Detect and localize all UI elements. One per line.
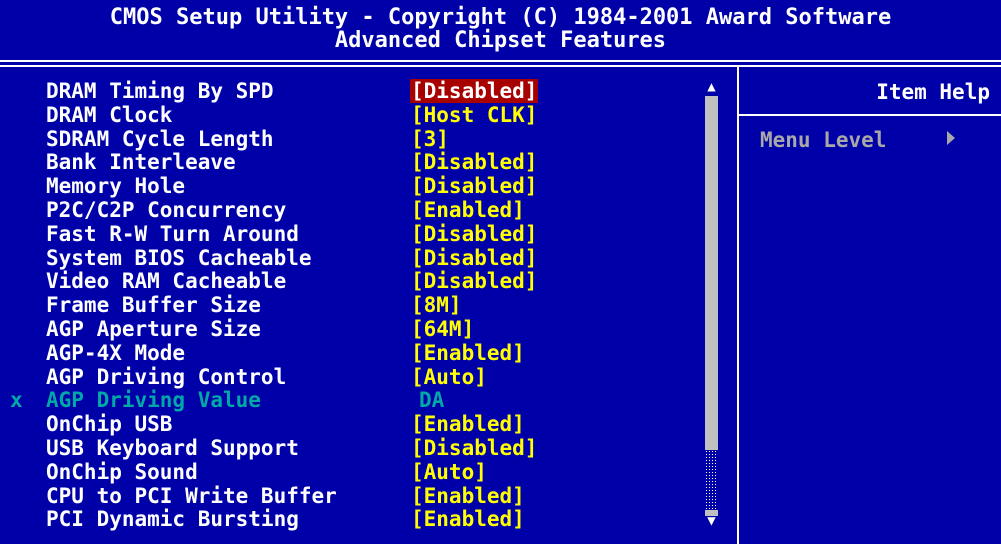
setting-row[interactable]: Fast R-W Turn Around [Disabled] [0,221,705,247]
setting-label: DRAM Clock [46,102,173,127]
setting-value: DA [418,388,445,413]
scroll-down-icon[interactable]: ▼ [703,514,720,528]
setting-row[interactable]: Video RAM Cacheable [Disabled] [0,269,705,294]
selected-setting-value: [Disabled] [410,79,539,103]
setting-value[interactable]: [Enabled] [410,197,526,223]
setting-label: Frame Buffer Size [46,293,261,318]
setting-row[interactable]: System BIOS Cacheable [Disabled] [0,245,705,271]
setting-value[interactable]: [Disabled] [410,174,538,199]
setting-row[interactable]: AGP Aperture Size [64M] [0,316,705,342]
setting-value-text: [Auto] [411,364,487,389]
setting-value-text: [Disabled] [411,174,538,199]
setting-label: AGP Driving Value [46,388,261,413]
setting-value-text: [3] [411,126,449,151]
setting-value-text: [Enabled] [411,483,525,508]
setting-row[interactable]: P2C/C2P Concurrency [Enabled] [0,197,705,223]
setting-label: Bank Interleave [46,150,236,175]
setting-label: Fast R-W Turn Around [46,221,299,246]
setting-value-text: [Enabled] [411,507,525,532]
setting-value[interactable]: [3] [410,126,450,152]
setting-row[interactable]: AGP Driving Control [Auto] [0,364,705,390]
setting-value-text: [Enabled] [411,340,525,365]
header-divider-top [0,60,1001,62]
setting-value[interactable]: [64M] [410,316,475,342]
setting-value[interactable]: [Enabled] [410,483,526,509]
item-help-title: Item Help [876,80,990,104]
setting-label: USB Keyboard Support [46,435,299,460]
setting-value[interactable]: [Host CLK] [410,102,538,128]
setting-value-text: [Disabled] [411,269,538,294]
panel-divider [737,65,739,544]
setting-row[interactable]: CPU to PCI Write Buffer [Enabled] [0,483,705,509]
setting-label: OnChip USB [46,412,173,437]
setting-value-text: [Disabled] [411,150,538,175]
setting-value[interactable]: [Auto] [410,364,488,390]
setting-label: AGP Driving Control [46,364,287,389]
setting-row[interactable]: PCI Dynamic Bursting [Enabled] [0,507,705,532]
setting-label: SDRAM Cycle Length [46,126,274,151]
header-divider-bottom [0,65,1001,67]
setting-value-text: [Disabled] [411,245,538,270]
setting-label: DRAM Timing By SPD [46,79,274,103]
setting-value-text: DA [419,388,445,413]
setting-value-text: [Auto] [411,459,487,484]
setting-label: PCI Dynamic Bursting [46,507,299,532]
setting-row[interactable]: SDRAM Cycle Length [3] [0,126,705,152]
setting-value[interactable]: [Auto] [410,459,488,485]
setting-value[interactable]: [Disabled] [410,79,539,104]
title-line2: Advanced Chipset Features [334,28,667,53]
setting-value-text: [Disabled] [411,221,538,246]
setting-value-text: [Host CLK] [411,102,538,127]
setting-value[interactable]: [Enabled] [410,507,526,532]
scroll-up-icon[interactable]: ▲ [703,80,720,94]
setting-prefix: x [10,388,23,413]
setting-label: AGP-4X Mode [46,340,186,365]
setting-label: AGP Aperture Size [46,316,261,341]
setting-label: System BIOS Cacheable [46,245,312,270]
setting-row[interactable]: Bank Interleave [Disabled] [0,150,705,175]
setting-value[interactable]: [Disabled] [410,435,538,461]
setting-value-text: [64M] [411,316,475,341]
settings-list: DRAM Timing By SPD [Disabled] DRAM Clock [H… [0,79,705,532]
setting-label: Memory Hole [46,174,186,199]
setting-value[interactable]: [Disabled] [410,269,538,294]
setting-row[interactable]: DRAM Timing By SPD [Disabled] [0,79,705,104]
setting-row[interactable]: OnChip USB [Enabled] [0,412,705,437]
setting-value-text: [Disabled] [411,435,538,460]
setting-row[interactable]: AGP-4X Mode [Enabled] [0,340,705,366]
setting-value-text: [8M] [411,293,462,318]
setting-row[interactable]: DRAM Clock [Host CLK] [0,102,705,128]
setting-value[interactable]: [8M] [410,293,463,318]
setting-row[interactable]: Frame Buffer Size [8M] [0,293,705,318]
setting-value[interactable]: [Disabled] [410,245,538,271]
setting-row[interactable]: OnChip Sound [Auto] [0,459,705,485]
setting-value-text: [Enabled] [411,412,525,437]
setting-value-text: [Enabled] [411,197,525,222]
setting-label: Video RAM Cacheable [46,269,287,294]
setting-row[interactable]: Memory Hole [Disabled] [0,174,705,199]
setting-label: CPU to PCI Write Buffer [46,483,337,508]
setting-label: P2C/C2P Concurrency [46,197,287,222]
setting-label: OnChip Sound [46,459,198,484]
setting-value[interactable]: [Enabled] [410,340,526,366]
menu-level-label: Menu Level [760,128,887,152]
setting-row: x AGP Driving Value DA [0,388,705,413]
right-triangle-icon [947,131,955,145]
setting-row[interactable]: USB Keyboard Support [Disabled] [0,435,705,461]
setting-value[interactable]: [Disabled] [410,221,538,247]
scrollbar[interactable]: ▲ ▼ [703,80,720,528]
help-divider [737,114,1001,116]
header: CMOS Setup Utility - Copyright (C) 1984-… [0,0,1001,58]
setting-value[interactable]: [Enabled] [410,412,526,437]
setting-value[interactable]: [Disabled] [410,150,538,175]
scroll-track [705,450,718,510]
title-line1: CMOS Setup Utility - Copyright (C) 1984-… [109,5,892,30]
